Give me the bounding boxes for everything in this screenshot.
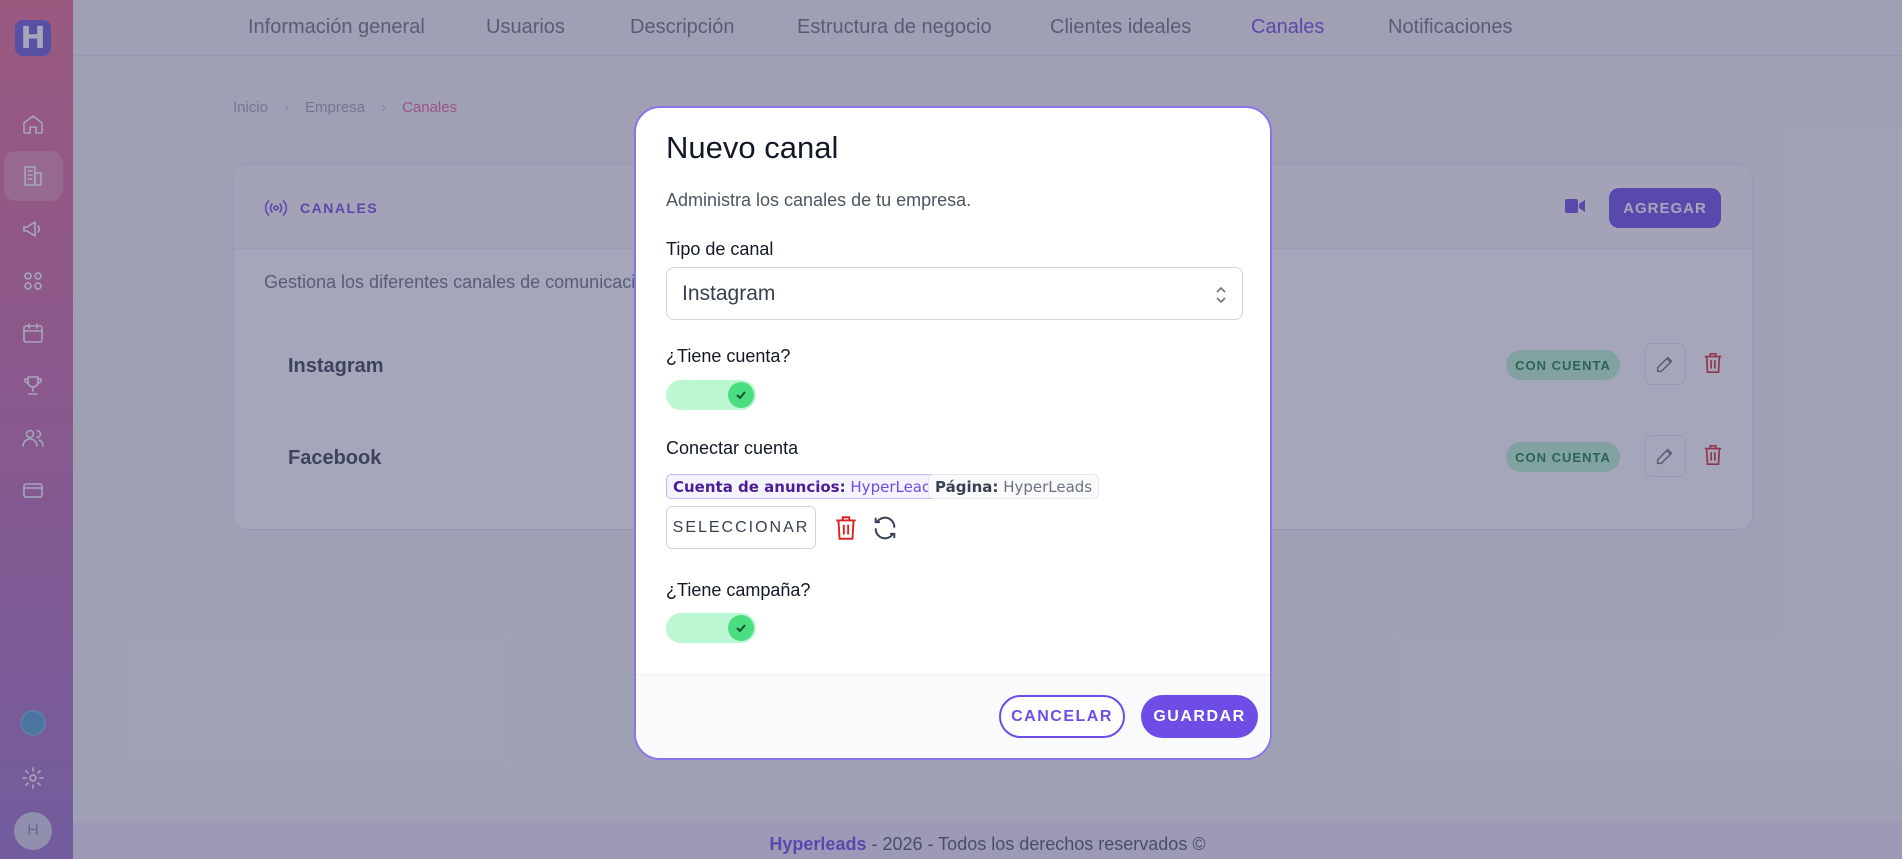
modal-footer: CANCELAR GUARDAR [636,674,1270,758]
check-icon [736,391,746,400]
ads-account-key: Cuenta de anuncios: [673,477,846,496]
save-button[interactable]: GUARDAR [1141,695,1258,738]
refresh-icon[interactable] [871,514,899,542]
modal-title: Nuevo canal [666,130,839,165]
trash-icon[interactable] [832,514,860,542]
ads-account-value: HyperLeads [850,477,940,496]
page-value: HyperLeads [1003,477,1093,496]
select-account-button[interactable]: SELECCIONAR [666,506,816,549]
has-campaign-toggle[interactable] [666,613,756,643]
modal-subtitle: Administra los canales de tu empresa. [666,190,972,210]
channel-type-select[interactable]: Instagram [666,267,1243,320]
new-channel-modal: Nuevo canal Administra los canales de tu… [634,106,1272,760]
check-icon [736,624,746,633]
cancel-button[interactable]: CANCELAR [999,695,1125,738]
toggle-knob [728,382,754,408]
has-campaign-label: ¿Tiene campaña? [666,580,811,600]
has-account-toggle[interactable] [666,380,756,410]
page-chip: Página: HyperLeads [928,474,1100,499]
chevron-up-down-icon [1216,286,1226,304]
channel-type-value: Instagram [682,282,776,305]
connect-account-label: Conectar cuenta [666,438,799,458]
has-account-label: ¿Tiene cuenta? [666,346,791,366]
channel-type-label: Tipo de canal [666,239,774,259]
page-key: Página: [935,477,999,496]
toggle-knob [728,615,754,641]
ads-account-chip: Cuenta de anuncios: HyperLeads [666,474,947,499]
